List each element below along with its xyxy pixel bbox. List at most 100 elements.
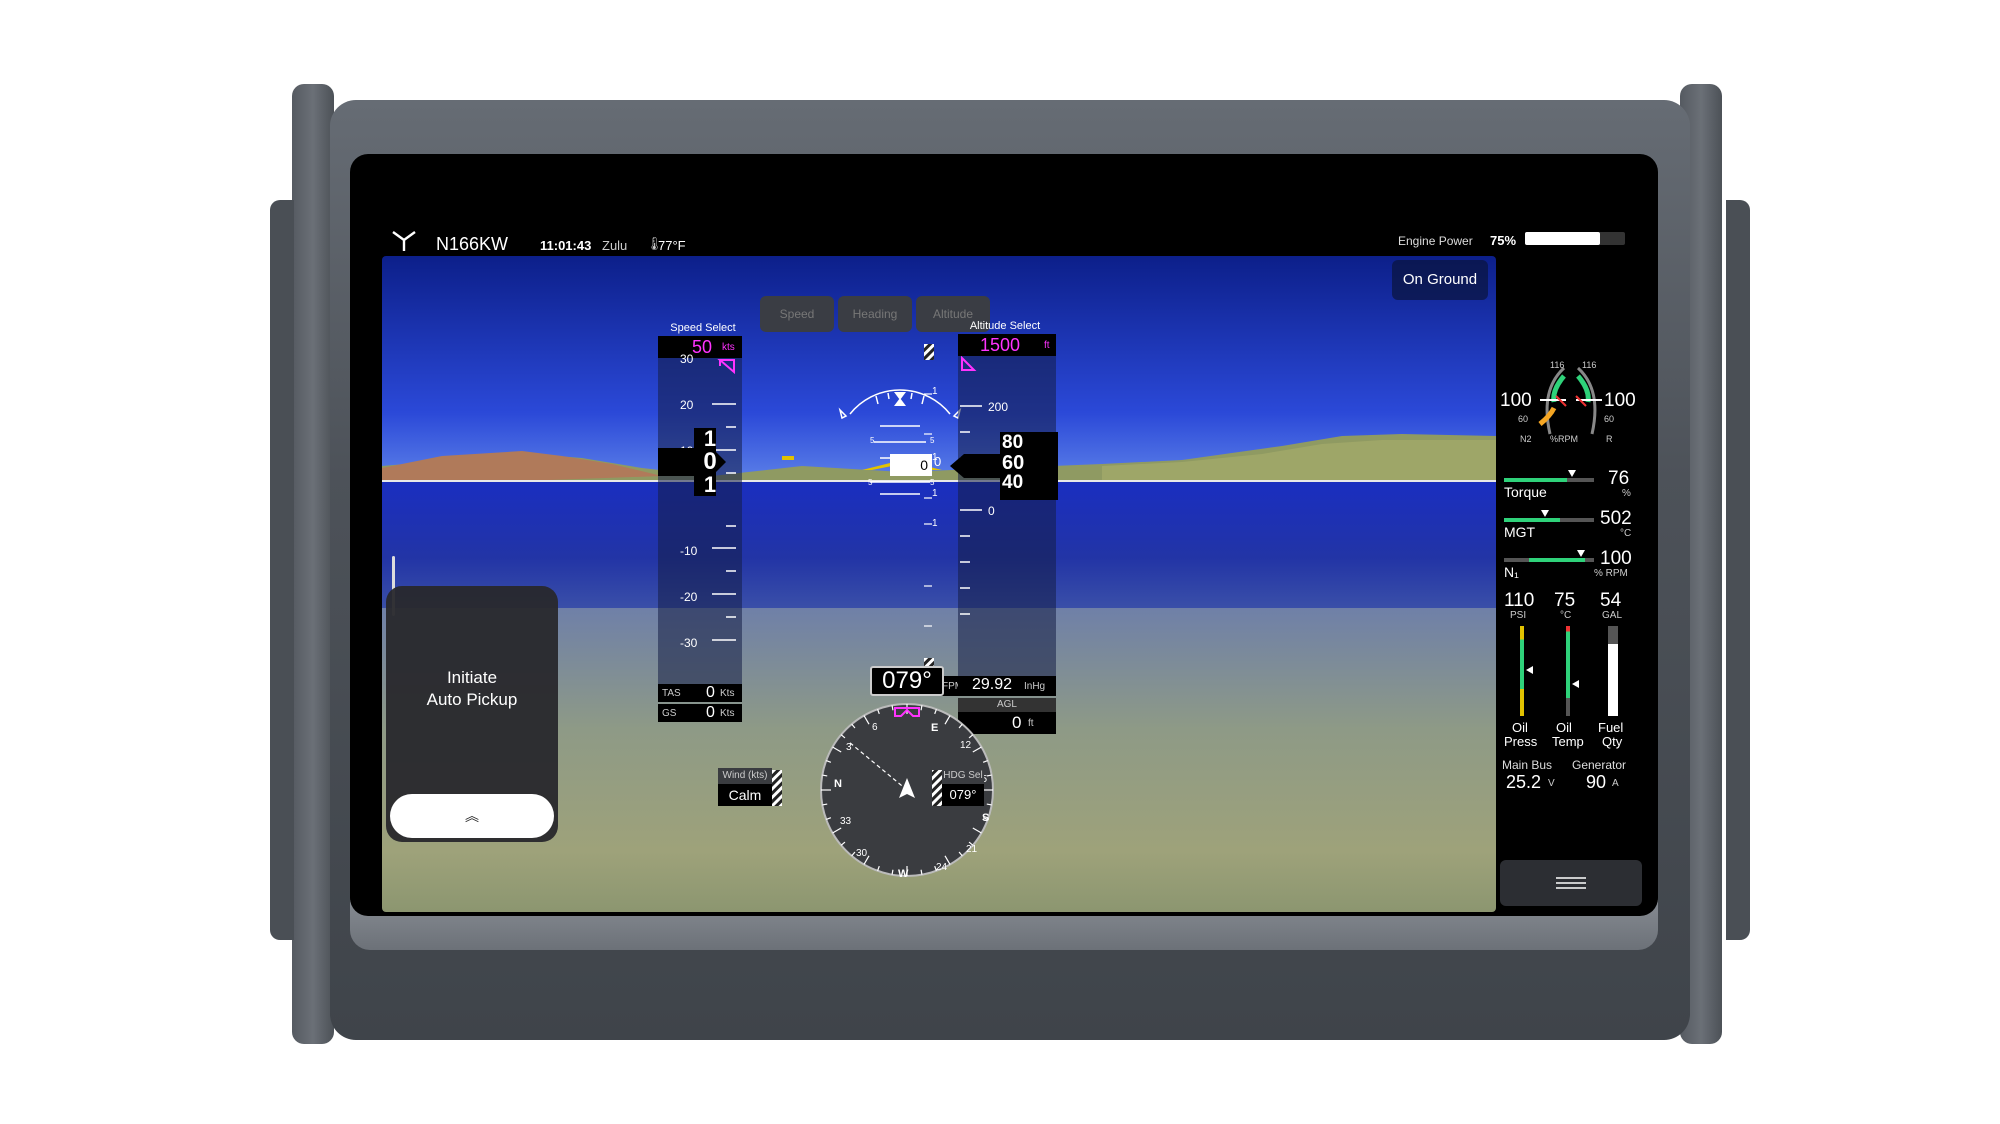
mgt-label: MGT [1504, 524, 1536, 540]
vsi-tick-label: 1 [932, 488, 938, 499]
agl-value: 0 [1012, 713, 1022, 732]
fuel-value: 54 [1600, 590, 1622, 611]
mgt-pointer [1540, 510, 1549, 517]
generator-label: Generator [1572, 758, 1627, 772]
agl-unit: ft [1028, 718, 1034, 729]
mgt-bar [1504, 518, 1594, 522]
hdg-sel-label: HDG Sel [942, 768, 984, 784]
rpm-top-left: 116 [1550, 360, 1565, 370]
torque-value: 76 [1608, 468, 1630, 489]
oil-press-pointer [1526, 666, 1533, 674]
gs-unit: Kts [720, 708, 735, 719]
compass-label-s: S [982, 812, 990, 824]
vsi-tick-label: 1 [932, 386, 938, 397]
device-left-edge [270, 200, 294, 940]
gs-value: 0 [706, 704, 715, 721]
rpm-n2-label: N2 [1520, 434, 1532, 444]
mgt-value: 502 [1600, 508, 1632, 529]
oil-temp-pointer [1572, 680, 1579, 688]
auto-pickup-panel[interactable]: Initiate Auto Pickup ︽ [386, 586, 558, 842]
compass-label-6: 6 [872, 722, 878, 733]
heading-mode-button[interactable]: Heading [838, 296, 912, 332]
torque-bar [1504, 478, 1594, 482]
on-ground-badge: On Ground [1392, 260, 1488, 300]
menu-button[interactable] [1500, 860, 1642, 906]
oil-press-bar [1520, 626, 1524, 716]
compass-tick [986, 803, 992, 806]
vsi-tick-label: 1 [932, 518, 938, 529]
compass-label-n: N [834, 778, 842, 790]
compass-label-33: 33 [840, 816, 852, 827]
speed-tick-label: -20 [680, 590, 698, 604]
n1-label: N₁ [1504, 564, 1519, 580]
oil-temp-label1: Oil [1556, 720, 1572, 735]
altitude-select-unit: ft [1044, 340, 1050, 351]
compass-label-3: 3 [846, 742, 852, 753]
outside-temperature: 77°F [658, 238, 686, 253]
fuel-bar-fill [1608, 644, 1618, 716]
main-bus-value: 25.2 [1506, 772, 1542, 792]
speed-select-unit: kts [722, 342, 735, 353]
oil-press-label2: Press [1504, 734, 1538, 749]
display-screen: N166KW 11:01:43 Zulu 🌡︎ 77°F Engine Powe… [350, 154, 1658, 916]
engine-power-label: Engine Power [1398, 234, 1473, 248]
speed-select-box[interactable]: 50 kts [658, 336, 742, 358]
compass-label-24: 24 [936, 862, 948, 873]
speed-tick-marks [712, 359, 736, 641]
fuel-label1: Fuel [1598, 720, 1624, 735]
speed-tape: 30 20 10 -10 -20 -30 [658, 352, 742, 684]
n1-unit: % RPM [1594, 568, 1628, 579]
rpm-low-right: 60 [1604, 414, 1615, 424]
menu-icon [1556, 877, 1586, 889]
main-bus-label: Main Bus [1502, 758, 1553, 772]
generator-unit: A [1612, 778, 1619, 789]
altitude-digit-upper: 80 [1002, 432, 1024, 453]
rpm-low-left: 60 [1518, 414, 1529, 424]
torque-unit: % [1622, 488, 1631, 499]
oil-temp-label2: Temp [1552, 734, 1584, 749]
wind-value: Calm [718, 784, 772, 806]
generator-value: 90 [1586, 772, 1607, 792]
vsi-pointer: 0 [890, 454, 932, 476]
oil-press-value: 110 [1504, 590, 1535, 611]
baro-unit: InHg [1024, 681, 1046, 692]
altitude-zero-label: 0 [934, 454, 942, 469]
compass-label-12: 12 [960, 740, 972, 751]
torque-label: Torque [1504, 484, 1547, 500]
hdg-sel-value[interactable]: 079° [942, 784, 984, 806]
speed-digit-lower: 1 [703, 472, 717, 497]
speed-tick-label: -30 [680, 636, 698, 650]
speed-tick-label: 30 [680, 352, 694, 366]
auto-pickup-label-line1: Initiate [446, 668, 498, 687]
n1-pointer [1576, 550, 1585, 557]
rpm-n2-value: 100 [1500, 390, 1532, 411]
torque-pointer [1568, 470, 1577, 477]
clock-zone: Zulu [602, 238, 628, 253]
auto-pickup-label-line2: Auto Pickup [426, 690, 518, 709]
fuel-bar [1608, 626, 1618, 716]
compass-tick [920, 705, 923, 711]
main-bus-unit: V [1548, 778, 1555, 789]
compass-label-21: 21 [966, 844, 978, 855]
rpm-r-value: 100 [1604, 390, 1636, 411]
altitude-select-box[interactable]: 1500 ft [958, 334, 1056, 356]
baro-setting[interactable]: 29.92 InHg [958, 676, 1056, 696]
clock-time: 11:01:43 [540, 238, 592, 253]
tas-label: TAS [662, 688, 681, 699]
compass-label-w: W [898, 868, 909, 880]
device-right-edge [1726, 200, 1750, 940]
altitude-select-label: Altitude Select [969, 320, 1041, 332]
speed-select-label: Speed Select [670, 322, 736, 334]
fuel-unit: GAL [1602, 610, 1623, 621]
gs-row: GS 0 Kts [658, 704, 742, 722]
vsi-scale [924, 344, 934, 674]
speed-mode-button[interactable]: Speed [760, 296, 834, 332]
n1-value: 100 [1600, 548, 1632, 569]
tas-value: 0 [706, 684, 715, 701]
compass-tick [891, 705, 894, 711]
oil-temp-unit: °C [1560, 610, 1572, 621]
compass-label-e: E [931, 722, 939, 734]
altitude-select-value: 1500 [980, 335, 1021, 355]
auto-pickup-expand-button[interactable]: ︽ [390, 794, 554, 838]
engine-power-bar [1525, 232, 1625, 245]
